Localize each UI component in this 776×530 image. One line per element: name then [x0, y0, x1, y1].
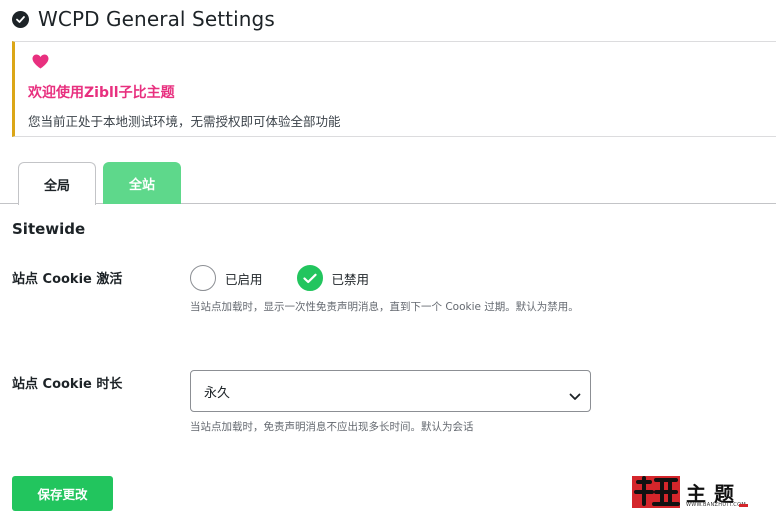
radio-disabled[interactable]: 已禁用 — [296, 265, 370, 291]
cookie-duration-select[interactable]: 永久 — [190, 370, 591, 412]
page-title: WCPD General Settings — [38, 7, 275, 31]
chevron-down-icon — [569, 386, 581, 405]
cookie-activation-radio-group: 已启用 已禁用 — [190, 265, 369, 291]
watermark-logo: 主题 WWW.BANZHUTI.COM — [632, 474, 748, 512]
check-circle-icon — [12, 10, 29, 28]
cookie-duration-value: 永久 — [204, 385, 231, 401]
cookie-duration-help: 当站点加载时，免责声明消息不应出现多长时间。默认为会话 — [190, 421, 474, 433]
cookie-duration-label: 站点 Cookie 时长 — [12, 377, 123, 392]
cookie-activation-label: 站点 Cookie 激活 — [12, 272, 123, 287]
watermark-url: WWW.BANZHUTI.COM — [686, 502, 746, 508]
radio-unchecked-icon[interactable] — [190, 265, 216, 291]
save-button[interactable]: 保存更改 — [12, 476, 113, 511]
section-title: Sitewide — [12, 220, 86, 238]
notice-description: 您当前正处于本地测试环境，无需授权即可体验全部功能 — [28, 114, 341, 129]
notice-title: 欢迎使用Zibll子比主题 — [28, 85, 175, 101]
settings-tabs: 全局 全站 — [0, 162, 776, 205]
notice-box: 欢迎使用Zibll子比主题 您当前正处于本地测试环境，无需授权即可体验全部功能 — [12, 41, 776, 137]
radio-disabled-label: 已禁用 — [331, 271, 370, 287]
radio-checked-icon[interactable] — [296, 265, 323, 291]
watermark-seal-icon — [632, 476, 680, 508]
tab-global[interactable]: 全局 — [18, 162, 96, 205]
radio-enabled[interactable]: 已启用 — [190, 265, 263, 291]
page-header: WCPD General Settings — [12, 6, 275, 32]
watermark-accent-bar — [739, 504, 748, 507]
heart-icon — [32, 54, 49, 73]
radio-enabled-label: 已启用 — [225, 271, 263, 287]
cookie-activation-help: 当站点加载时，显示一次性免责声明消息，直到下一个 Cookie 过期。默认为禁用… — [190, 301, 579, 313]
tab-sitewide[interactable]: 全站 — [103, 162, 181, 204]
